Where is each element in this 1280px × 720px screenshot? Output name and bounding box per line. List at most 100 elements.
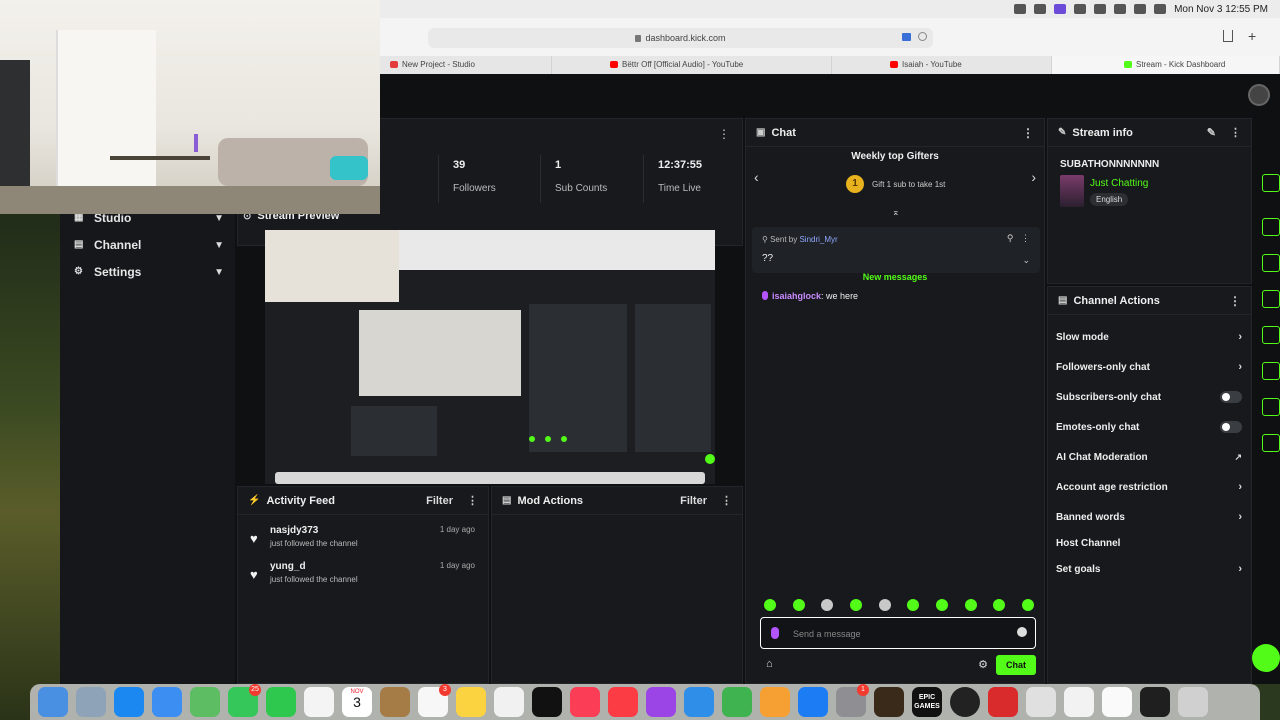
app-store-icon[interactable] [798, 687, 828, 717]
chevron-right-icon[interactable]: › [1031, 169, 1036, 185]
store-icon[interactable]: ⌂ [766, 658, 773, 670]
pdf-icon[interactable] [1064, 687, 1094, 717]
chat-kebab-icon[interactable]: ⋮ [1022, 126, 1034, 140]
collapse-icon[interactable]: ⌅ [892, 207, 900, 218]
rail-button[interactable] [1262, 434, 1280, 452]
garageband-icon[interactable] [874, 687, 904, 717]
document-icon[interactable] [1102, 687, 1132, 717]
podcasts-icon[interactable] [646, 687, 676, 717]
system-settings-icon[interactable]: 1 [836, 684, 869, 717]
tab-youtube-song[interactable]: Bëttr Off [Official Audio] - YouTube [552, 56, 832, 74]
news-icon[interactable] [570, 687, 600, 717]
apple-tv-icon[interactable] [532, 687, 562, 717]
pinned-kebab-icon[interactable]: ⋮ [1021, 233, 1030, 243]
freeform-icon[interactable] [494, 687, 524, 717]
finder-icon[interactable] [38, 687, 68, 717]
play-icon[interactable] [1074, 4, 1087, 14]
chevron-left-icon[interactable]: ‹ [754, 169, 759, 185]
new-tab-icon[interactable]: + [1248, 28, 1258, 44]
maps-icon[interactable] [190, 687, 220, 717]
action-banned-words[interactable]: Banned words › [1056, 507, 1242, 527]
calendar-icon[interactable]: NOV 3 [342, 687, 372, 717]
photos-icon[interactable] [304, 687, 334, 717]
emote-icon[interactable] [821, 599, 834, 611]
control-center-icon[interactable] [1134, 4, 1147, 14]
user-avatar[interactable] [1248, 84, 1270, 106]
new-messages-indicator[interactable]: New messages [746, 272, 1044, 282]
notes-icon[interactable] [456, 687, 486, 717]
tab-kick-dashboard[interactable]: Stream - Kick Dashboard [1052, 56, 1280, 74]
rail-button[interactable] [1262, 174, 1280, 192]
audio-playing-icon[interactable] [902, 33, 911, 41]
camera-icon[interactable] [1014, 4, 1027, 14]
obs-icon[interactable] [950, 687, 980, 717]
rail-button[interactable] [1262, 290, 1280, 308]
mod-kebab-icon[interactable]: ⋮ [721, 494, 732, 507]
launchpad-icon[interactable] [76, 687, 106, 717]
action-set-goals[interactable]: Set goals › [1056, 559, 1242, 579]
chat-username[interactable]: isaiahglock [772, 291, 821, 301]
contacts-icon[interactable] [380, 687, 410, 717]
action-slow-mode[interactable]: Slow mode › [1056, 327, 1242, 347]
address-bar[interactable]: dashboard.kick.com [428, 28, 933, 48]
chevron-down-icon[interactable]: ⌄ [1022, 255, 1030, 266]
headphones-icon[interactable] [1094, 4, 1107, 14]
emotes-only-toggle[interactable] [1220, 421, 1242, 433]
reminders-icon[interactable]: 3 [418, 684, 451, 717]
action-followers-only[interactable]: Followers-only chat › [1056, 357, 1242, 377]
sidebar-item-settings[interactable]: ⚙ Settings ▼ [74, 262, 224, 282]
subscribers-only-toggle[interactable] [1220, 391, 1242, 403]
emote-icon[interactable] [935, 599, 948, 611]
emoji-icon[interactable] [1017, 627, 1027, 637]
emote-icon[interactable] [878, 599, 891, 611]
emote-icon[interactable] [1021, 599, 1034, 611]
stream-category[interactable]: Just Chatting [1090, 178, 1148, 189]
rail-button[interactable] [1262, 326, 1280, 344]
help-button[interactable] [1252, 644, 1280, 672]
unpin-icon[interactable]: ⚲ [1007, 233, 1014, 243]
messages-icon[interactable]: 25 [228, 684, 261, 717]
mail-icon[interactable] [152, 687, 182, 717]
rail-button[interactable] [1262, 218, 1280, 236]
emote-icon[interactable] [849, 599, 862, 611]
emote-icon[interactable] [907, 599, 920, 611]
reload-icon[interactable] [918, 32, 927, 41]
send-chat-button[interactable]: Chat [996, 655, 1036, 675]
screen-record-icon[interactable] [1034, 4, 1047, 14]
sidebar-item-channel[interactable]: ▤ Channel ▼ [74, 235, 224, 255]
display-icon[interactable] [1054, 4, 1067, 14]
stream-preview-video[interactable] [265, 230, 715, 484]
emote-icon[interactable] [964, 599, 977, 611]
screen-recorder-icon[interactable] [988, 687, 1018, 717]
music-file-icon[interactable] [1026, 687, 1056, 717]
music-icon[interactable] [608, 687, 638, 717]
emote-icon[interactable] [764, 599, 776, 611]
epic-games-icon[interactable]: EPIC GAMES [912, 687, 942, 717]
pinned-user[interactable]: Sindri_Myr [799, 235, 837, 244]
action-ai-moderation[interactable]: AI Chat Moderation ↗ [1056, 447, 1242, 467]
rail-button[interactable] [1262, 254, 1280, 272]
keynote-icon[interactable] [684, 687, 714, 717]
screenshot-thumb-icon[interactable] [1140, 687, 1170, 717]
tab-youtube-isaiah[interactable]: Isaiah - YouTube [832, 56, 1052, 74]
tab-studio[interactable]: New Project - Studio [380, 56, 552, 74]
feed-user[interactable]: nasjdy373 [270, 525, 318, 536]
rail-button[interactable] [1262, 398, 1280, 416]
feed-user[interactable]: yung_d [270, 561, 306, 572]
share-icon[interactable] [1223, 30, 1233, 42]
emote-icon[interactable] [792, 599, 805, 611]
siri-icon[interactable] [1154, 4, 1167, 14]
channel-actions-kebab-icon[interactable]: ⋮ [1229, 294, 1241, 308]
rail-button[interactable] [1262, 362, 1280, 380]
facetime-icon[interactable] [266, 687, 296, 717]
emote-icon[interactable] [993, 599, 1006, 611]
pages-icon[interactable] [760, 687, 790, 717]
wifi-icon[interactable] [1114, 4, 1127, 14]
activity-kebab-icon[interactable]: ⋮ [467, 494, 478, 507]
stats-kebab-icon[interactable]: ⋮ [718, 127, 730, 141]
edit-icon[interactable]: ✎ [1207, 126, 1216, 139]
menubar-clock[interactable]: Mon Nov 3 12:55 PM [1174, 4, 1268, 15]
gear-icon[interactable]: ⚙ [978, 658, 988, 671]
mod-filter-button[interactable]: Filter [680, 495, 707, 507]
action-account-age[interactable]: Account age restriction › [1056, 477, 1242, 497]
